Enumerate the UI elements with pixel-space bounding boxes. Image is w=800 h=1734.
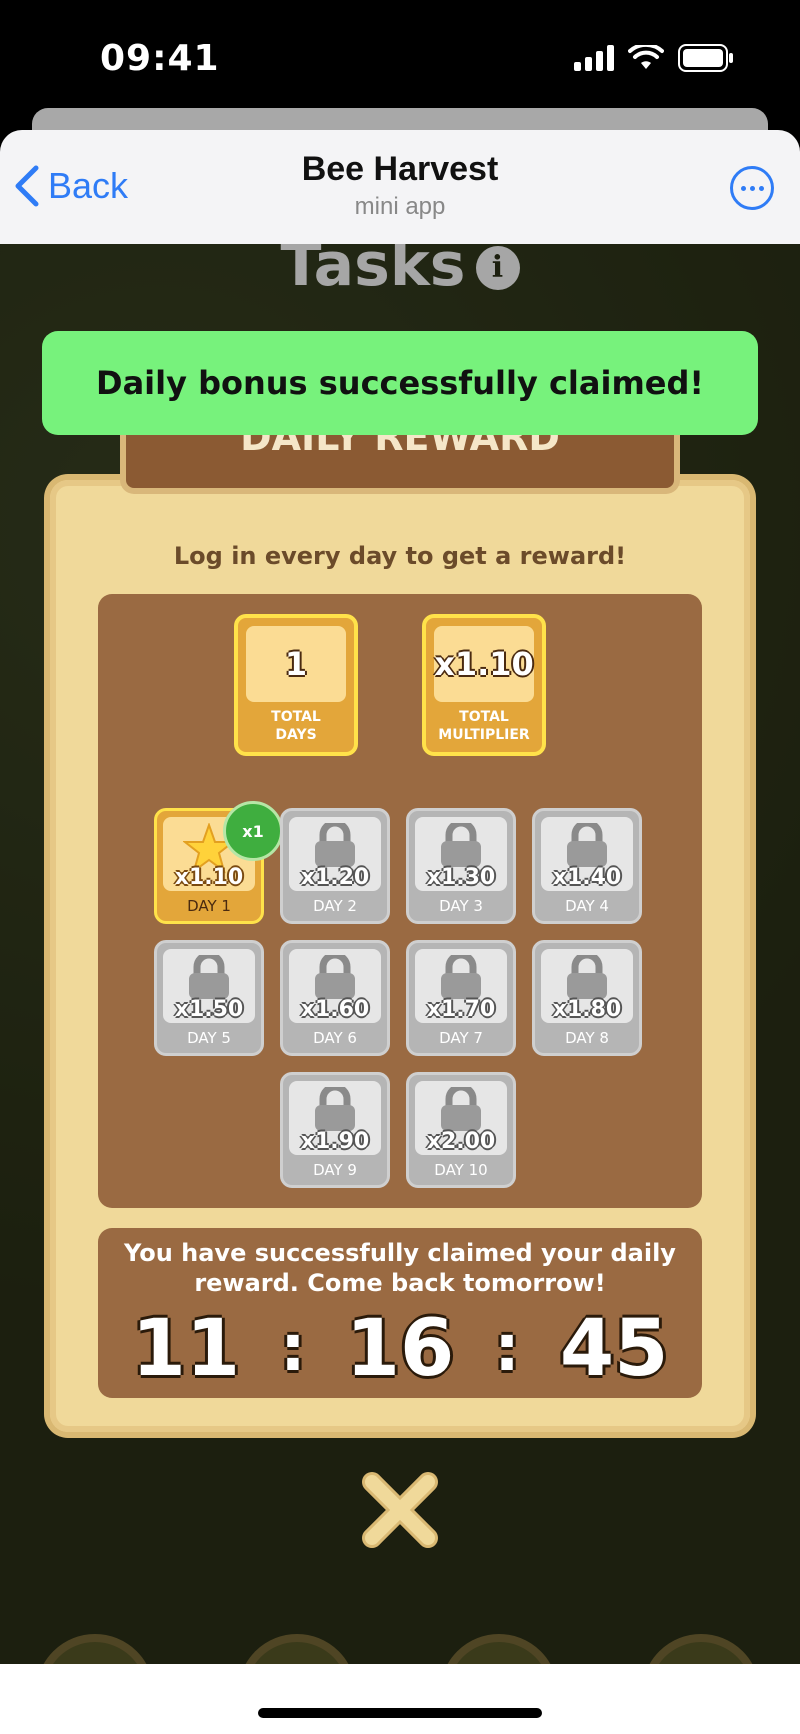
- close-icon[interactable]: [360, 1470, 440, 1550]
- timer-seconds: 45: [559, 1304, 669, 1394]
- lock-icon: [441, 955, 481, 999]
- wifi-icon: [628, 45, 664, 69]
- app-subtitle: mini app: [354, 193, 446, 220]
- lock-icon: [315, 955, 355, 999]
- stat-label-line: DAYS: [275, 727, 317, 743]
- timer-minutes: 16: [345, 1304, 455, 1394]
- signal-icon: [574, 45, 614, 71]
- claimed-badge: x1: [223, 801, 283, 861]
- day-multiplier: x1.20: [300, 865, 370, 890]
- miniapp-header: Back Bee Harvest mini app: [0, 130, 800, 244]
- dot-icon: [758, 185, 764, 191]
- day-multiplier: x1.10: [174, 865, 244, 890]
- day-label: DAY 4: [565, 897, 609, 915]
- claimed-badge-text: x1: [242, 821, 264, 841]
- day-card-3[interactable]: x1.30 DAY 3: [406, 808, 516, 924]
- day-label: DAY 8: [565, 1029, 609, 1047]
- day-card-9[interactable]: x1.90 DAY 9: [280, 1072, 390, 1188]
- lock-icon: [441, 1087, 481, 1131]
- dot-icon: [749, 185, 755, 191]
- app-title: Bee Harvest: [301, 150, 499, 188]
- stat-label: TOTAL MULTIPLIER: [426, 708, 542, 744]
- home-indicator-area: [0, 1664, 800, 1734]
- day-card-1[interactable]: x1.10 DAY 1 x1: [154, 801, 283, 924]
- stat-label-line: TOTAL: [271, 709, 321, 725]
- day-multiplier: x1.40: [552, 865, 622, 890]
- reward-board: 1 TOTAL DAYS x1.10 TOTAL MULTIPLIER x1.1…: [98, 594, 702, 1208]
- day-card-4[interactable]: x1.40 DAY 4: [532, 808, 642, 924]
- more-options-button[interactable]: [730, 166, 774, 210]
- day-card-10[interactable]: x2.00 DAY 10: [406, 1072, 516, 1188]
- day-multiplier: x1.90: [300, 1129, 370, 1154]
- status-time: 09:41: [100, 38, 220, 79]
- stat-label: TOTAL DAYS: [238, 708, 354, 744]
- battery-icon: [678, 44, 733, 72]
- stat-label-line: TOTAL: [459, 709, 509, 725]
- day-card-5[interactable]: x1.50 DAY 5: [154, 940, 264, 1056]
- day-card-7[interactable]: x1.70 DAY 7: [406, 940, 516, 1056]
- day-multiplier: x1.50: [174, 997, 244, 1022]
- lock-icon: [441, 823, 481, 867]
- claimed-panel: You have successfully claimed your daily…: [98, 1228, 702, 1398]
- day-label: DAY 1: [187, 897, 231, 915]
- day-multiplier: x1.60: [300, 997, 370, 1022]
- lock-icon: [189, 955, 229, 999]
- timer-separator: :: [494, 1312, 520, 1386]
- stat-value: 1: [246, 626, 346, 702]
- day-label: DAY 2: [313, 897, 357, 915]
- day-card-2[interactable]: x1.20 DAY 2: [280, 808, 390, 924]
- timer-hours: 11: [131, 1304, 241, 1394]
- lock-icon: [567, 823, 607, 867]
- header-title-block: Bee Harvest mini app: [0, 150, 800, 221]
- day-card-6[interactable]: x1.60 DAY 6: [280, 940, 390, 1056]
- lock-icon: [315, 823, 355, 867]
- day-label: DAY 7: [439, 1029, 483, 1047]
- day-multiplier: x1.80: [552, 997, 622, 1022]
- daily-reward-panel: Log in every day to get a reward! 1 TOTA…: [50, 480, 750, 1432]
- stat-total-days: 1 TOTAL DAYS: [234, 614, 358, 756]
- day-multiplier: x1.30: [426, 865, 496, 890]
- countdown-timer: 11 : 16 : 45: [98, 1304, 702, 1394]
- stat-value: x1.10: [434, 626, 534, 702]
- status-bar: 09:41: [0, 0, 800, 110]
- day-label: DAY 6: [313, 1029, 357, 1047]
- day-multiplier: x1.70: [426, 997, 496, 1022]
- timer-separator: :: [280, 1312, 306, 1386]
- stat-total-multiplier: x1.10 TOTAL MULTIPLIER: [422, 614, 546, 756]
- claimed-message: You have successfully claimed your daily…: [124, 1239, 676, 1297]
- dot-icon: [740, 185, 746, 191]
- home-indicator[interactable]: [258, 1708, 542, 1718]
- day-label: DAY 5: [187, 1029, 231, 1047]
- lock-icon: [567, 955, 607, 999]
- reward-subtitle: Log in every day to get a reward!: [173, 542, 627, 570]
- stat-label-line: MULTIPLIER: [438, 727, 530, 743]
- success-toast: Daily bonus successfully claimed!: [42, 331, 758, 435]
- status-icons: [574, 44, 734, 72]
- day-label: DAY 10: [434, 1161, 488, 1179]
- day-label: DAY 9: [313, 1161, 357, 1179]
- day-card-8[interactable]: x1.80 DAY 8: [532, 940, 642, 1056]
- lock-icon: [315, 1087, 355, 1131]
- day-multiplier: x2.00: [426, 1129, 496, 1154]
- day-label: DAY 3: [439, 897, 483, 915]
